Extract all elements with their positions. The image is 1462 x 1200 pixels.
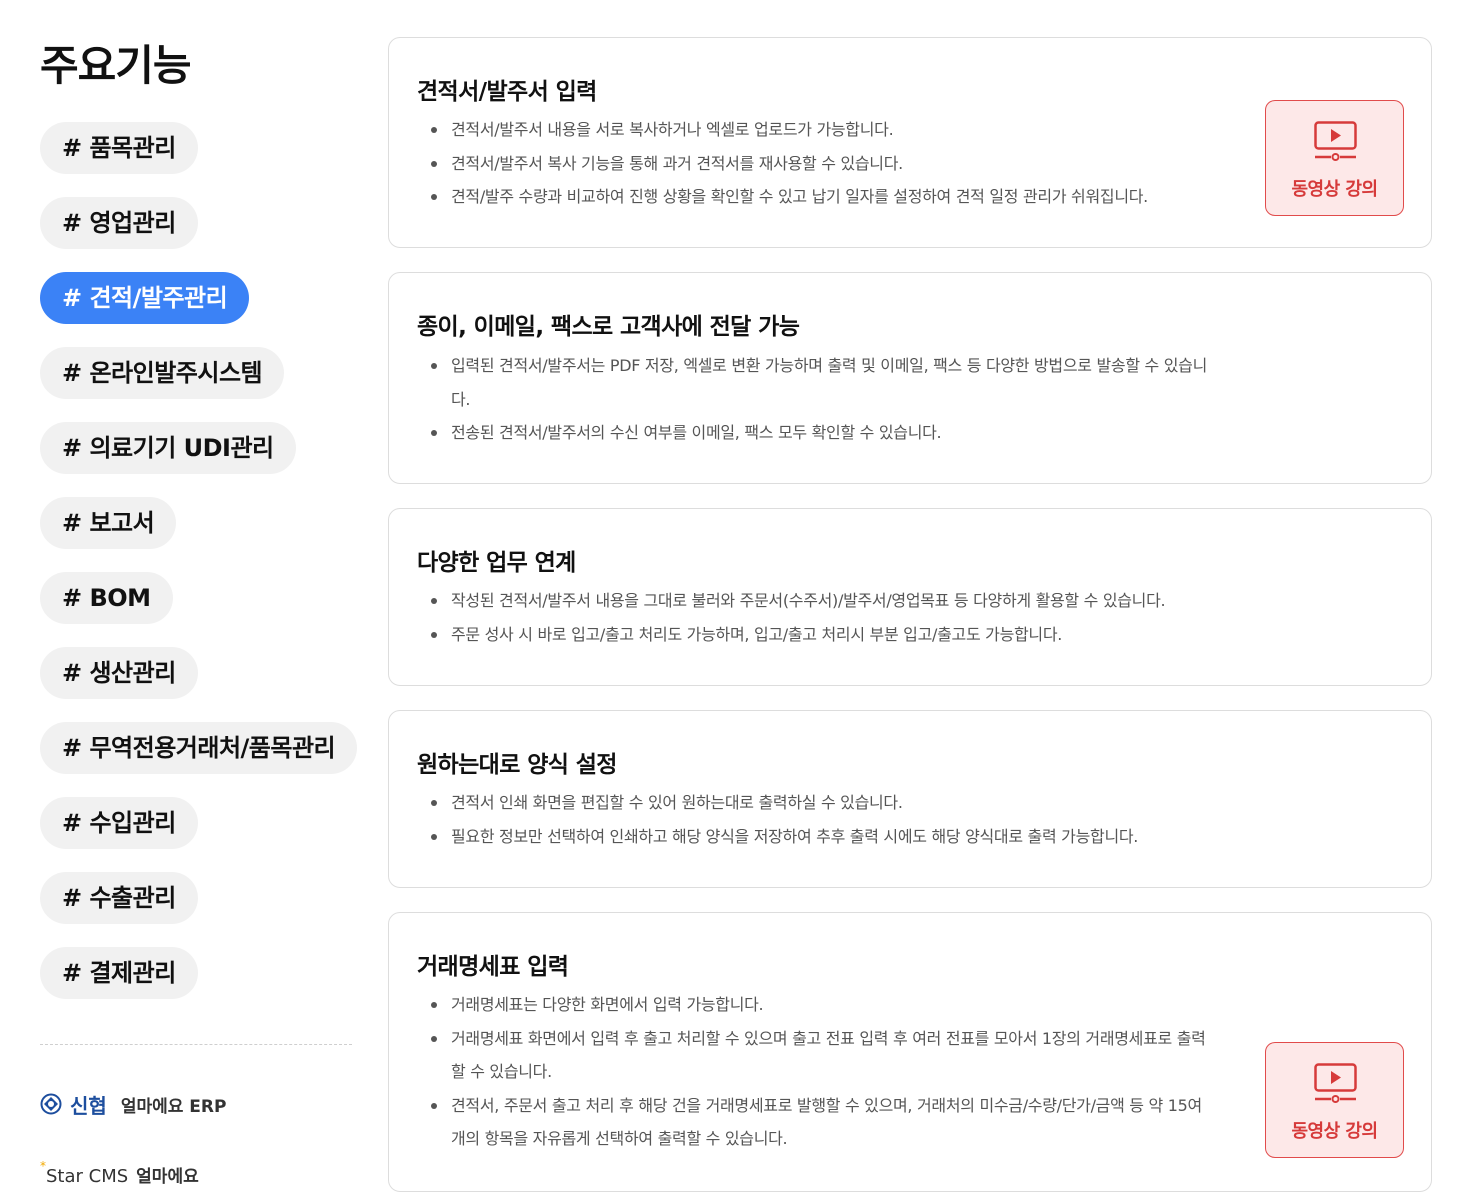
card-bullet-list: 거래명세표는 다양한 화면에서 입력 가능합니다. 거래명세표 화면에서 입력 … bbox=[429, 988, 1219, 1156]
card-title: 다양한 업무 연계 bbox=[417, 550, 576, 576]
tag-trade-partner-item-management[interactable]: # 무역전용거래처/품목관리 bbox=[40, 722, 358, 774]
feature-card-form-settings: 원하는대로 양식 설정 견적서 인쇄 화면을 편집할 수 있어 원하는대로 출력… bbox=[388, 710, 1432, 888]
video-lecture-button[interactable]: 동영상 강의 bbox=[1265, 1042, 1404, 1158]
page-title: 주요기능 bbox=[40, 41, 192, 90]
list-item: 견적서/발주서 내용을 서로 복사하거나 엑셀로 업로드가 가능합니다. bbox=[429, 113, 1219, 147]
tag-import-management[interactable]: # 수입관리 bbox=[40, 797, 198, 849]
feature-card-invoice-input: 거래명세표 입력 거래명세표는 다양한 화면에서 입력 가능합니다. 거래명세표… bbox=[388, 912, 1432, 1192]
feature-card-workflow-integration: 다양한 업무 연계 작성된 견적서/발주서 내용을 그대로 불러와 주문서(수주… bbox=[388, 508, 1432, 686]
shinhyup-product-name: 얼마에요 ERP bbox=[120, 1096, 227, 1117]
tag-export-management[interactable]: # 수출관리 bbox=[40, 872, 198, 924]
star-cms-name: Star CMS bbox=[46, 1166, 129, 1187]
tag-reports[interactable]: # 보고서 bbox=[40, 497, 177, 549]
video-lecture-button[interactable]: 동영상 강의 bbox=[1265, 100, 1404, 216]
list-item: 전송된 견적서/발주서의 수신 여부를 이메일, 팩스 모두 확인할 수 있습니… bbox=[429, 416, 1219, 450]
list-item: 주문 성사 시 바로 입고/출고 처리도 가능하며, 입고/출고 처리시 부분 … bbox=[429, 618, 1219, 652]
tag-medical-udi-management[interactable]: # 의료기기 UDI관리 bbox=[40, 422, 296, 474]
shinhyup-erp-brand[interactable]: 신협 얼마에요 ERP bbox=[40, 1089, 352, 1119]
shinhyup-logo-icon bbox=[40, 1093, 62, 1115]
card-bullet-list: 견적서/발주서 내용을 서로 복사하거나 엑셀로 업로드가 가능합니다. 견적서… bbox=[429, 113, 1219, 214]
card-title: 견적서/발주서 입력 bbox=[417, 79, 597, 105]
card-title: 거래명세표 입력 bbox=[417, 954, 569, 980]
video-lecture-label: 동영상 강의 bbox=[1291, 1121, 1378, 1142]
card-title: 종이, 이메일, 팩스로 고객사에 전달 가능 bbox=[417, 314, 800, 340]
tag-quote-order-management[interactable]: # 견적/발주관리 bbox=[40, 272, 250, 324]
card-bullet-list: 작성된 견적서/발주서 내용을 그대로 불러와 주문서(수주서)/발주서/영업목… bbox=[429, 584, 1219, 651]
list-item: 견적서 인쇄 화면을 편집할 수 있어 원하는대로 출력하실 수 있습니다. bbox=[429, 786, 1219, 820]
tag-payment-management[interactable]: # 결제관리 bbox=[40, 947, 198, 999]
list-item: 견적/발주 수량과 비교하여 진행 상황을 확인할 수 있고 납기 일자를 설정… bbox=[429, 180, 1219, 214]
card-title: 원하는대로 양식 설정 bbox=[417, 752, 617, 778]
list-item: 필요한 정보만 선택하여 인쇄하고 해당 양식을 저장하여 추후 출력 시에도 … bbox=[429, 820, 1219, 854]
list-item: 견적서/발주서 복사 기능을 통해 과거 견적서를 재사용할 수 있습니다. bbox=[429, 147, 1219, 181]
list-item: 입력된 견적서/발주서는 PDF 저장, 엑셀로 변환 가능하며 출력 및 이메… bbox=[429, 349, 1219, 416]
card-bullet-list: 견적서 인쇄 화면을 편집할 수 있어 원하는대로 출력하실 수 있습니다. 필… bbox=[429, 786, 1219, 853]
tag-production-management[interactable]: # 생산관리 bbox=[40, 647, 198, 699]
tag-sales-management[interactable]: # 영업관리 bbox=[40, 197, 198, 249]
tag-bom[interactable]: # BOM bbox=[40, 572, 173, 624]
video-play-icon bbox=[1314, 1063, 1357, 1103]
feature-tag-list: # 품목관리 # 영업관리 # 견적/발주관리 # 온라인발주시스템 # 의료기… bbox=[40, 122, 358, 1022]
star-cms-product-name: 얼마에요 bbox=[136, 1167, 199, 1187]
feature-card-quote-input: 견적서/발주서 입력 견적서/발주서 내용을 서로 복사하거나 엑셀로 업로드가… bbox=[388, 37, 1432, 248]
list-item: 견적서, 주문서 출고 처리 후 해당 건을 거래명세표로 발행할 수 있으며,… bbox=[429, 1089, 1219, 1156]
list-item: 거래명세표 화면에서 입력 후 출고 처리할 수 있으며 출고 전표 입력 후 … bbox=[429, 1022, 1219, 1089]
sidebar: 주요기능 # 품목관리 # 영업관리 # 견적/발주관리 # 온라인발주시스템 … bbox=[40, 36, 358, 1187]
feature-card-delivery: 종이, 이메일, 팩스로 고객사에 전달 가능 입력된 견적서/발주서는 PDF… bbox=[388, 272, 1432, 484]
list-item: 거래명세표는 다양한 화면에서 입력 가능합니다. bbox=[429, 988, 1219, 1022]
list-item: 작성된 견적서/발주서 내용을 그대로 불러와 주문서(수주서)/발주서/영업목… bbox=[429, 584, 1219, 618]
tag-online-order-system[interactable]: # 온라인발주시스템 bbox=[40, 347, 285, 399]
card-bullet-list: 입력된 견적서/발주서는 PDF 저장, 엑셀로 변환 가능하며 출력 및 이메… bbox=[429, 349, 1219, 450]
shinhyup-name: 신협 bbox=[70, 1093, 107, 1118]
star-cms-brand[interactable]: * Star CMS 얼마에요 bbox=[40, 1157, 352, 1187]
sidebar-divider bbox=[40, 1044, 352, 1045]
video-play-icon bbox=[1314, 121, 1357, 161]
tag-item-management[interactable]: # 품목관리 bbox=[40, 122, 198, 174]
video-lecture-label: 동영상 강의 bbox=[1291, 179, 1378, 200]
